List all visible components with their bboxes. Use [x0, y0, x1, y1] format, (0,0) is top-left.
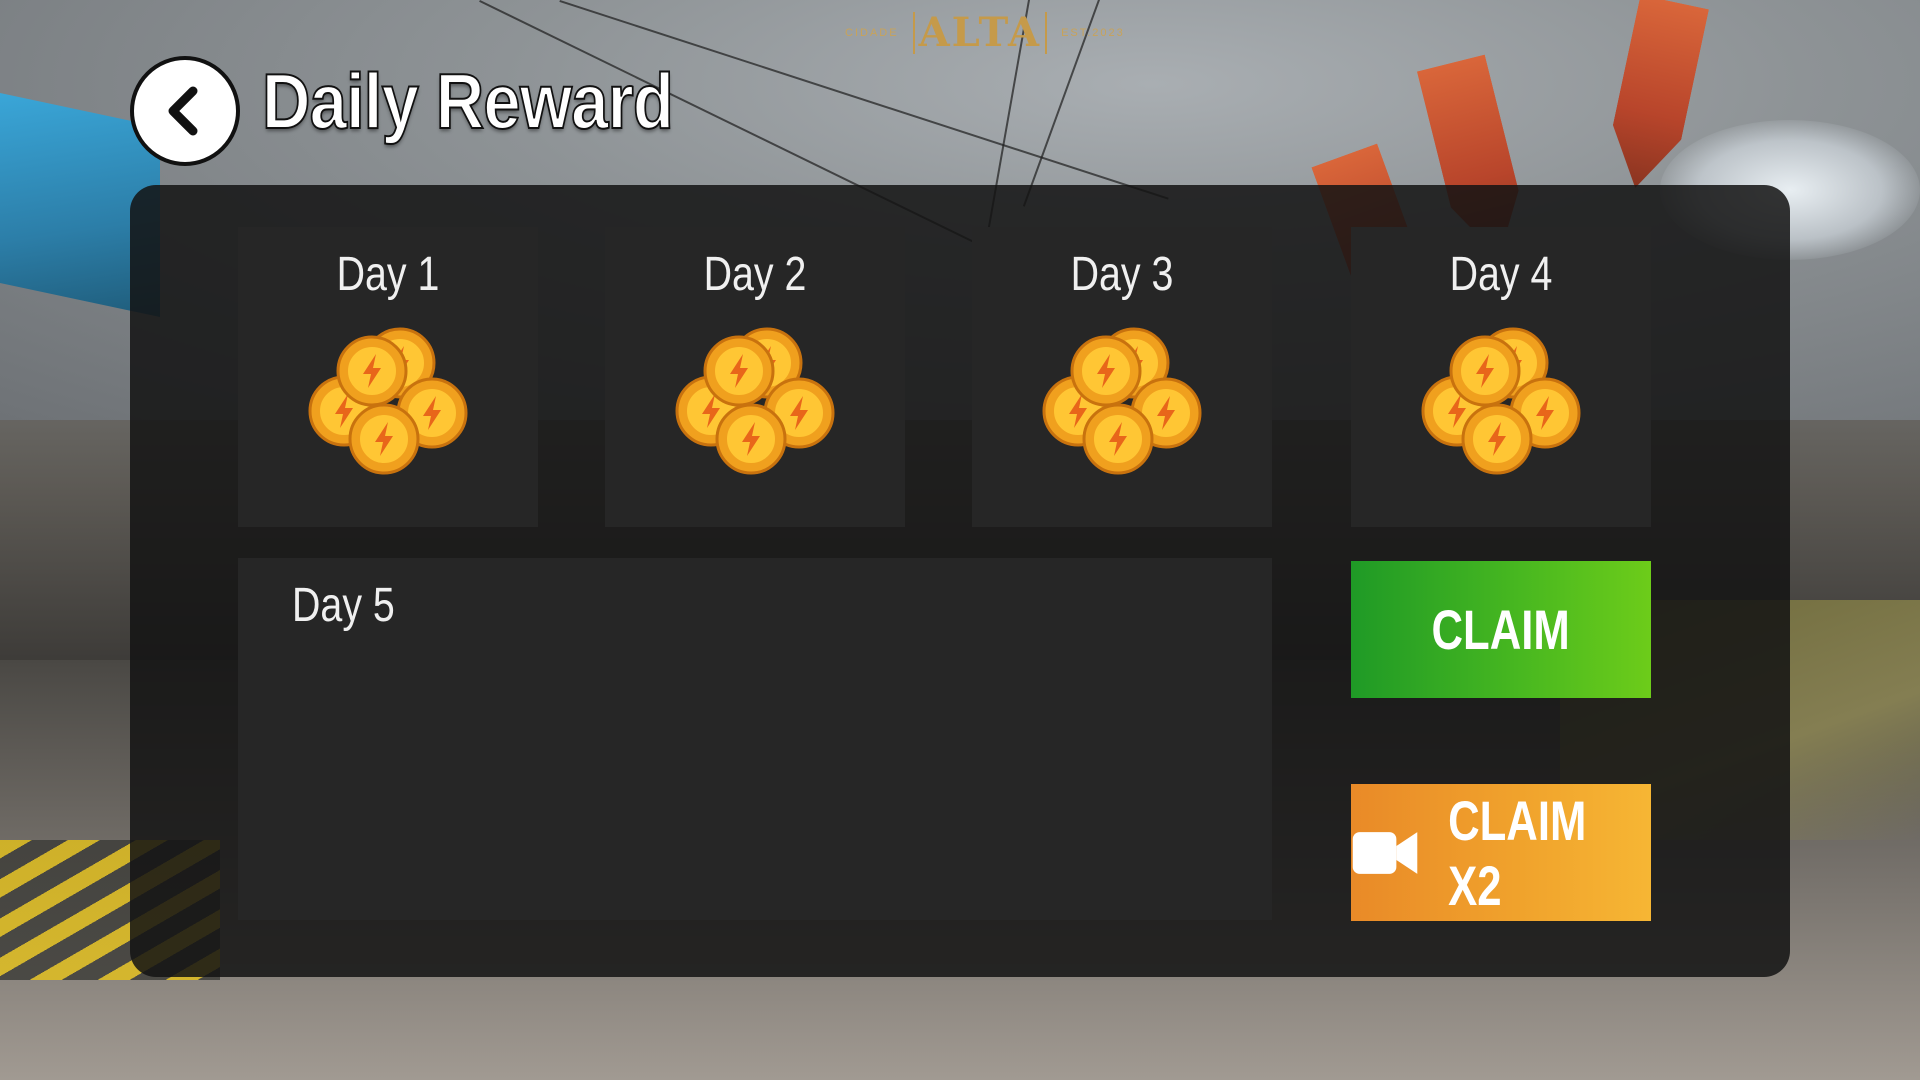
coin [1461, 403, 1533, 475]
coin-stack-icon [675, 327, 835, 475]
chevron-left-icon [168, 86, 198, 136]
brand-right-text: EST.2023 [1061, 27, 1125, 39]
day-label: Day 4 [1449, 248, 1553, 301]
coin [348, 403, 420, 475]
claim-button[interactable]: CLAIM [1351, 561, 1651, 698]
claim-label: CLAIM [1431, 598, 1571, 661]
claim-x2-button[interactable]: CLAIM X2 [1351, 784, 1651, 921]
video-camera-icon [1352, 831, 1418, 874]
day-card-1: Day 1 [238, 227, 538, 527]
brand-left-text: CIDADE [845, 27, 899, 39]
day-label: Day 2 [703, 248, 807, 301]
coin [1082, 403, 1154, 475]
day-card-5: Day 5 [238, 558, 1272, 920]
claim-x2-label: CLAIM X2 [1448, 788, 1587, 917]
day-label: Day 1 [336, 248, 440, 301]
coin-stack-icon [308, 327, 468, 475]
coin [715, 403, 787, 475]
brand-mark: ALTA [912, 12, 1048, 54]
day-label: Day 5 [292, 579, 395, 632]
brand-logo: CIDADE ALTA EST.2023 [845, 12, 1125, 54]
day-card-4: Day 4 [1351, 227, 1651, 527]
coin-stack-icon [1421, 327, 1581, 475]
back-button[interactable] [130, 56, 240, 166]
coin [1070, 335, 1142, 407]
day-card-3: Day 3 [972, 227, 1272, 527]
coin [703, 335, 775, 407]
coin [1449, 335, 1521, 407]
day-card-2: Day 2 [605, 227, 905, 527]
coin [336, 335, 408, 407]
day-label: Day 3 [1070, 248, 1174, 301]
page-title: Daily Reward [261, 56, 675, 146]
coin-stack-icon [1042, 327, 1202, 475]
